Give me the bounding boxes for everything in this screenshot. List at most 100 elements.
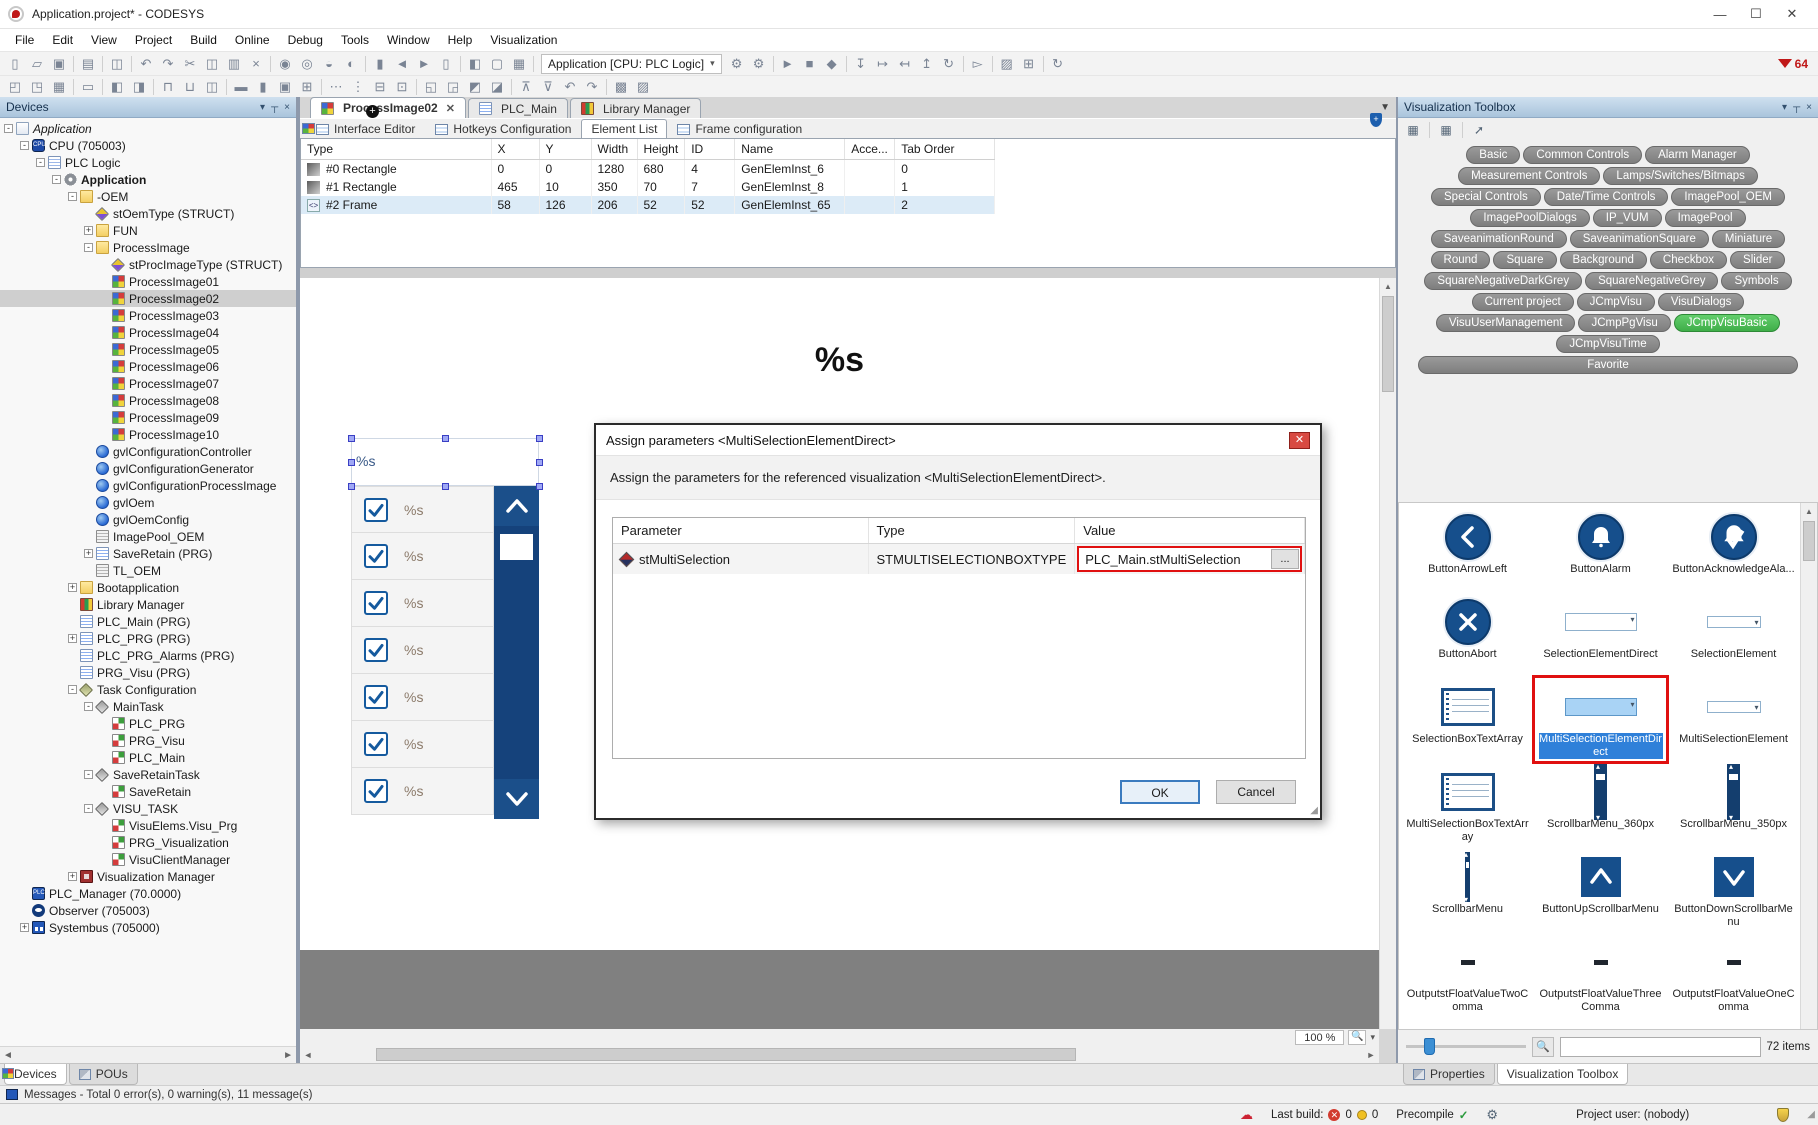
toolbox-item-multiselectionelement[interactable]: MultiSelectionElement bbox=[1667, 677, 1800, 762]
category-round[interactable]: Round bbox=[1431, 251, 1491, 269]
toolbox-vscroll-thumb[interactable] bbox=[1803, 521, 1815, 561]
paste-icon[interactable]: ▥ bbox=[223, 54, 245, 74]
tree-item-prg-visu[interactable]: PRG_Visu bbox=[0, 732, 296, 749]
tree-item-processimage03[interactable]: ProcessImage03 bbox=[0, 307, 296, 324]
expander-expand-icon[interactable]: + bbox=[20, 923, 29, 932]
checkbox-menu-item[interactable]: %s bbox=[351, 486, 494, 533]
element-row-geneleminst_6[interactable]: #0 Rectangle0012806804GenElemInst_60 bbox=[301, 160, 995, 179]
category-square[interactable]: Square bbox=[1493, 251, 1556, 269]
category-imagepool-oem[interactable]: ImagePool_OEM bbox=[1671, 188, 1785, 206]
insert-favorite-icon[interactable]: ▦ bbox=[1437, 122, 1455, 138]
category-squarenegativedarkgrey[interactable]: SquareNegativeDarkGrey bbox=[1424, 272, 1582, 290]
simulation-icon[interactable]: ▨ bbox=[996, 54, 1018, 74]
panel-tab-properties[interactable]: Properties bbox=[1403, 1064, 1495, 1085]
tab-processimage02[interactable]: ProcessImage02✕ bbox=[310, 97, 466, 118]
expander-collapse-icon[interactable]: - bbox=[84, 243, 93, 252]
new-object-icon[interactable]: ▢ bbox=[486, 54, 508, 74]
panel-tab-visualization-toolbox[interactable]: Visualization Toolbox bbox=[1497, 1064, 1629, 1085]
selection-handle[interactable] bbox=[442, 483, 449, 490]
tree-item-plc-prg-alarms-prg-[interactable]: PLC_PRG_Alarms (PRG) bbox=[0, 647, 296, 664]
copy-device-icon[interactable]: ◫ bbox=[106, 54, 128, 74]
subtab-element-list[interactable]: Element List bbox=[581, 119, 667, 138]
tree-item-processimage08[interactable]: ProcessImage08 bbox=[0, 392, 296, 409]
minimize-button[interactable]: — bbox=[1702, 2, 1738, 27]
replace-all-icon[interactable]: ◐ bbox=[340, 54, 362, 74]
expander-collapse-icon[interactable]: - bbox=[52, 175, 61, 184]
tree-item-visuelems-visu-prg[interactable]: VisuElems.Visu_Prg bbox=[0, 817, 296, 834]
rotate-left-icon[interactable]: ↶ bbox=[559, 77, 581, 97]
undo-icon[interactable]: ↶ bbox=[135, 54, 157, 74]
menu-scroll-down-icon[interactable] bbox=[494, 779, 539, 819]
subtab-interface-editor[interactable]: Interface Editor bbox=[306, 120, 425, 138]
menu-scrollbar-thumb[interactable] bbox=[500, 534, 533, 560]
checkbox-menu-item[interactable]: %s bbox=[351, 721, 494, 768]
category-ip-vum[interactable]: IP_VUM bbox=[1593, 209, 1662, 227]
toolbox-item-selectionelementdirect[interactable]: SelectionElementDirect bbox=[1534, 592, 1667, 677]
checkbox-checked-icon[interactable] bbox=[364, 732, 388, 756]
align-center-icon[interactable]: ◫ bbox=[201, 77, 223, 97]
tree-item-tl-oem[interactable]: TL_OEM bbox=[0, 562, 296, 579]
category-saveanimationsquare[interactable]: SaveanimationSquare bbox=[1570, 230, 1709, 248]
checkbox-menu-item[interactable]: %s bbox=[351, 580, 494, 627]
align-left-icon[interactable]: ◧ bbox=[106, 77, 128, 97]
category-checkbox[interactable]: Checkbox bbox=[1650, 251, 1727, 269]
tree-item-gvlconfigurationcontroller[interactable]: gvlConfigurationController bbox=[0, 443, 296, 460]
canvas-hscrollbar[interactable]: ◄ ► bbox=[300, 1046, 1379, 1063]
column-height[interactable]: Height bbox=[637, 139, 685, 160]
messages-bar[interactable]: Messages - Total 0 error(s), 0 warning(s… bbox=[0, 1085, 1818, 1103]
bring-forward-icon[interactable]: ⊼ bbox=[515, 77, 537, 97]
tree-item-processimage10[interactable]: ProcessImage10 bbox=[0, 426, 296, 443]
rotate-right-icon[interactable]: ↷ bbox=[581, 77, 603, 97]
same-width-icon[interactable]: ⊟ bbox=[369, 77, 391, 97]
canvas-hscroll-thumb[interactable] bbox=[376, 1048, 1076, 1061]
toolbox-item-selectionboxtextarray[interactable]: SelectionBoxTextArray bbox=[1401, 677, 1534, 762]
toolbox-item-buttonabort[interactable]: ButtonAbort bbox=[1401, 592, 1534, 677]
step-into-icon[interactable]: ↦ bbox=[872, 54, 894, 74]
expander-collapse-icon[interactable]: - bbox=[84, 770, 93, 779]
column-tab-order[interactable]: Tab Order bbox=[895, 139, 995, 160]
category-visudialogs[interactable]: VisuDialogs bbox=[1658, 293, 1745, 311]
category-lamps-switches-bitmaps[interactable]: Lamps/Switches/Bitmaps bbox=[1603, 167, 1757, 185]
window-resize-grip[interactable]: ◢ bbox=[1807, 1109, 1815, 1120]
toolbox-item-multiselectionboxtextarray[interactable]: MultiSelectionBoxTextArray bbox=[1401, 762, 1534, 847]
replace-icon[interactable]: ◎ bbox=[296, 54, 318, 74]
tree-item--oem[interactable]: --OEM bbox=[0, 188, 296, 205]
scroll-left-icon[interactable]: ◄ bbox=[3, 1050, 13, 1061]
canvas-vscroll-thumb[interactable] bbox=[1382, 296, 1394, 392]
toolbox-vscrollbar[interactable]: ▲ bbox=[1800, 503, 1817, 1029]
visu-box-icon[interactable]: ▭ bbox=[77, 77, 99, 97]
tree-item-processimage05[interactable]: ProcessImage05 bbox=[0, 341, 296, 358]
category-visuusermanagement[interactable]: VisuUserManagement bbox=[1436, 314, 1576, 332]
category-special-controls[interactable]: Special Controls bbox=[1431, 188, 1541, 206]
ok-button[interactable]: OK bbox=[1120, 780, 1200, 804]
tree-item-visualization-manager[interactable]: +Visualization Manager bbox=[0, 868, 296, 885]
size-width-icon[interactable]: ▬ bbox=[230, 77, 252, 97]
element-row-geneleminst_8[interactable]: #1 Rectangle46510350707GenElemInst_81 bbox=[301, 178, 995, 196]
scroll-right-icon[interactable]: ► bbox=[283, 1050, 293, 1061]
tab-list-dropdown-icon[interactable]: ▼ bbox=[1380, 102, 1390, 113]
foreground-icon[interactable]: ▨ bbox=[632, 77, 654, 97]
insert-element-icon[interactable]: ▦ bbox=[1404, 122, 1422, 138]
menu-view[interactable]: View bbox=[82, 31, 126, 49]
bookmark-icon[interactable]: ▮ bbox=[369, 54, 391, 74]
tree-item-plc-logic[interactable]: -PLC Logic bbox=[0, 154, 296, 171]
zoom-level[interactable]: 100 % bbox=[1295, 1030, 1344, 1045]
tree-item-processimage07[interactable]: ProcessImage07 bbox=[0, 375, 296, 392]
tree-item-gvlconfigurationprocessimage[interactable]: gvlConfigurationProcessImage bbox=[0, 477, 296, 494]
category-measurement-controls[interactable]: Measurement Controls bbox=[1458, 167, 1600, 185]
tree-item-processimage01[interactable]: ProcessImage01 bbox=[0, 273, 296, 290]
column-name[interactable]: Name bbox=[735, 139, 845, 160]
category-symbols[interactable]: Symbols bbox=[1721, 272, 1791, 290]
selection-handle[interactable] bbox=[348, 459, 355, 466]
reset-icon[interactable]: ↻ bbox=[938, 54, 960, 74]
category-jcmpvisutime[interactable]: JCmpVisuTime bbox=[1556, 335, 1659, 353]
subtab-frame-configuration[interactable]: Frame configuration bbox=[667, 120, 812, 138]
flow-control-icon[interactable]: ▻ bbox=[967, 54, 989, 74]
menu-debug[interactable]: Debug bbox=[279, 31, 332, 49]
checkbox-checked-icon[interactable] bbox=[364, 591, 388, 615]
selection-handle[interactable] bbox=[442, 435, 449, 442]
cancel-button[interactable]: Cancel bbox=[1216, 780, 1296, 804]
cut-icon[interactable]: ✂ bbox=[179, 54, 201, 74]
tree-item-application[interactable]: -Application bbox=[0, 120, 296, 137]
close-tab-icon[interactable]: ✕ bbox=[446, 102, 455, 115]
